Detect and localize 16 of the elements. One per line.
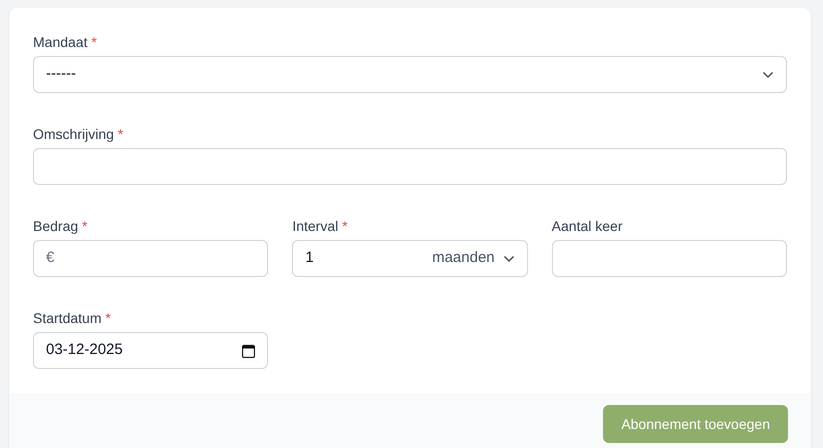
field-label: Bedrag * (33, 218, 88, 234)
field-label: Startdatum * (33, 310, 112, 326)
input-field[interactable]: € (33, 240, 268, 277)
date-field[interactable]: 03-12-2025 (33, 332, 268, 369)
unit-dropdown[interactable]: maanden (432, 247, 495, 270)
chevron-down-icon (502, 254, 515, 262)
input-field[interactable] (552, 240, 787, 277)
field-label: Omschrijving * (33, 126, 124, 142)
input-field[interactable] (33, 148, 787, 185)
field-label: Aantal keer (552, 218, 624, 234)
field-label: Interval * (292, 218, 349, 234)
input-field[interactable]: 1 maanden (292, 240, 528, 277)
calendar-icon (242, 344, 256, 358)
select-field[interactable]: ------ (33, 56, 787, 93)
chevron-down-icon (762, 70, 774, 78)
field-label: Mandaat * (33, 34, 98, 50)
